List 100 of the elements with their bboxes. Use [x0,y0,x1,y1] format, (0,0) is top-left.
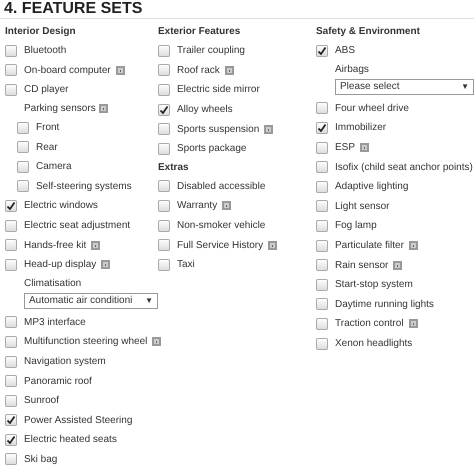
checkbox-label: On-board computer [24,64,111,78]
checkbox[interactable] [158,123,170,136]
checkbox-label: MP3 interface [24,316,86,330]
help-icon[interactable] [268,240,278,250]
checkbox-label: Hands-free kit [24,238,86,253]
checkbox-label: Rain sensor [335,258,388,273]
checkbox[interactable] [158,239,170,252]
checkbox[interactable] [5,356,17,368]
checkbox[interactable] [316,220,328,232]
checkbox[interactable] [316,338,328,350]
checkbox-label: Daytime running lights [335,298,434,312]
checkbox[interactable] [5,414,17,426]
checkbox[interactable] [5,375,17,388]
checkbox[interactable] [5,316,17,328]
checkbox[interactable] [316,161,328,174]
checkbox[interactable] [17,180,29,192]
checkbox[interactable] [158,180,170,192]
checkbox-label: Non-smoker vehicle [177,219,266,234]
checkbox-label: Bluetooth [24,44,66,58]
checkbox[interactable] [316,180,328,193]
checkbox-label: Warranty [177,199,218,214]
checkbox[interactable] [158,220,170,232]
checkbox[interactable] [5,84,17,96]
checkbox[interactable] [158,200,170,212]
section-heading: Exterior Features [158,25,240,39]
help-icon[interactable] [98,104,108,114]
checkbox[interactable] [158,258,170,271]
dropdown-field[interactable]: Please select ▼ [335,78,474,95]
checkbox-label: Multifunction steering wheel [24,335,148,350]
checkbox[interactable] [5,394,17,407]
checkbox[interactable] [5,239,17,252]
field-label: Climatisation [24,276,82,291]
checkbox-label: Immobilizer [335,121,386,136]
checkbox[interactable] [316,298,328,310]
checkbox[interactable] [5,64,17,76]
help-icon[interactable] [408,319,418,328]
help-icon[interactable] [222,201,232,210]
checkbox[interactable] [158,44,170,57]
checkbox[interactable] [158,84,170,96]
checkbox[interactable] [17,160,29,173]
help-icon[interactable] [408,241,418,250]
checkbox[interactable] [316,142,328,154]
checkbox-label: Head-up display [24,258,96,272]
checkbox[interactable] [316,318,328,330]
checkbox[interactable] [5,44,17,57]
checkbox[interactable] [316,102,328,114]
checkbox[interactable] [5,220,17,232]
checkbox[interactable] [5,434,17,446]
checkbox-label: Electric windows [24,199,98,214]
checkbox[interactable] [17,141,29,154]
help-icon[interactable] [91,240,100,250]
section-title: 4. FEATURE SETS [3,0,144,18]
checkbox-label: Camera [36,160,72,174]
help-icon[interactable] [101,260,110,270]
checkbox-label: Start-stop system [335,278,413,292]
checkbox-label: Roof rack [177,64,220,78]
checkbox-label: Trailer coupling [177,44,245,58]
checkbox-label: Electric heated seats [24,433,117,448]
section-heading: Extras [158,160,189,175]
dropdown-field[interactable]: Automatic air conditioni ▼ [24,292,158,309]
checkbox-label: Four wheel drive [335,102,409,116]
checkbox[interactable] [158,64,170,76]
section-heading: Interior Design [5,25,76,39]
checkbox-label: Disabled accessible [177,180,266,194]
checkbox-label: Taxi [177,258,195,272]
checkbox-label: Fog lamp [335,219,377,234]
checkbox-label: Navigation system [24,355,106,370]
section-heading: Safety & Environment [316,25,420,39]
checkbox[interactable] [316,240,328,252]
checkbox-label: Full Service History [177,238,264,253]
checkbox[interactable] [316,122,328,134]
help-icon[interactable] [393,260,402,270]
checkbox[interactable] [316,278,328,291]
checkbox-label: Adaptive lighting [335,180,408,194]
checkbox[interactable] [17,122,29,134]
checkbox-label: Sunroof [24,394,60,408]
checkbox[interactable] [316,200,328,212]
checkbox-label: Sports suspension [177,122,260,137]
checkbox[interactable] [5,453,17,466]
checkbox[interactable] [316,44,328,57]
checkbox-label: Self-steering systems [36,180,132,194]
checkbox[interactable] [5,336,17,348]
checkbox[interactable] [5,258,17,271]
help-icon[interactable] [152,337,162,346]
checkbox[interactable] [158,142,170,155]
help-icon[interactable] [360,143,370,152]
field-label: Airbags [335,62,369,77]
checkbox[interactable] [316,259,328,272]
checkbox-label: Alloy wheels [177,103,233,118]
checkbox-label: Electric side mirror [177,83,260,98]
help-icon[interactable] [224,66,234,75]
checkbox[interactable] [158,104,170,116]
checkbox-label: Sports package [177,142,246,156]
checkbox-label: ABS [335,44,356,58]
checkbox-label: Rear [36,140,58,155]
checkbox-label: Light sensor [335,200,390,214]
help-icon[interactable] [264,124,274,134]
help-icon[interactable] [116,66,125,75]
checkbox-label: Panoramic roof [24,374,92,389]
checkbox[interactable] [5,200,17,212]
